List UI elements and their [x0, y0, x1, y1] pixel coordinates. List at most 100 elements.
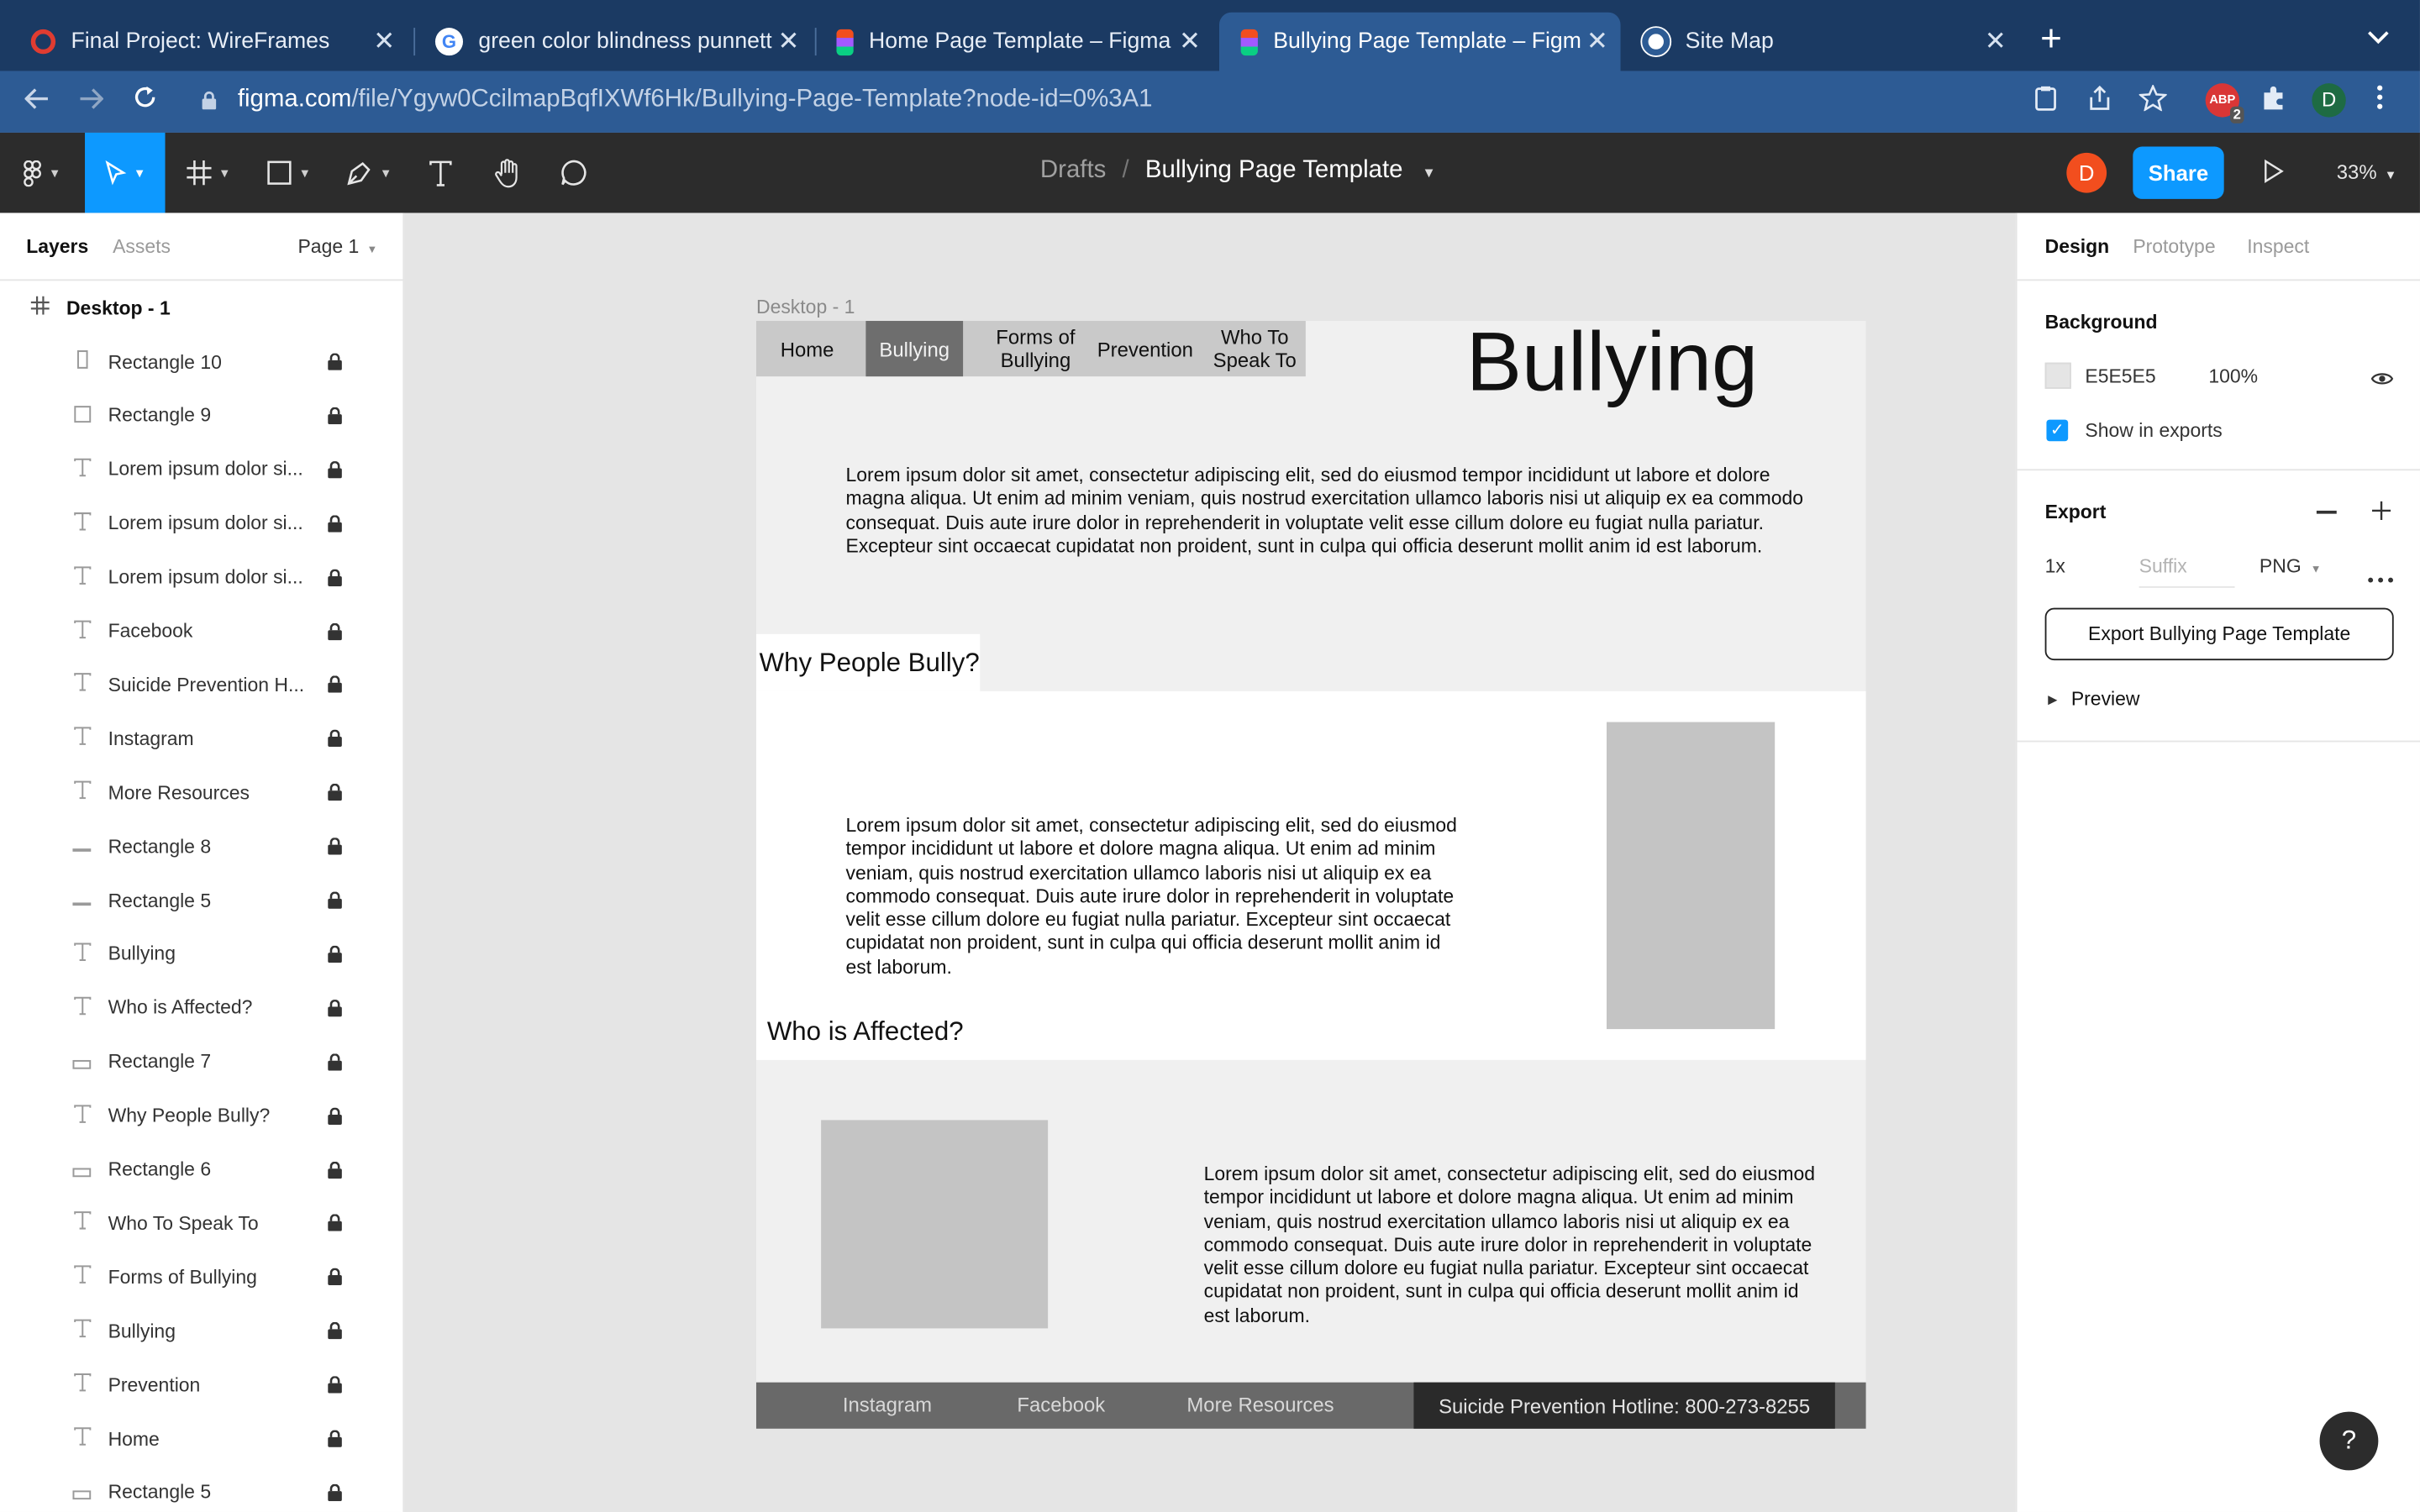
main-menu-figma-icon[interactable]: ▼ [9, 133, 74, 213]
layer-row[interactable]: Home [0, 1412, 402, 1466]
frame-label[interactable]: Desktop - 1 [756, 297, 855, 318]
close-tab-icon[interactable]: ✕ [367, 26, 401, 57]
background-opacity-input[interactable]: 100% [2208, 365, 2258, 387]
lock-icon[interactable] [327, 514, 342, 533]
share-button[interactable]: Share [2133, 146, 2224, 199]
lock-icon[interactable] [327, 1430, 342, 1447]
footer-link-more-resources[interactable]: More Resources [1186, 1394, 1334, 1417]
lock-icon[interactable] [327, 891, 342, 909]
nav-home[interactable]: Home [756, 321, 858, 376]
nav-who-to-speak-to[interactable]: Who To Speak To [1204, 321, 1306, 376]
browser-menu-icon[interactable] [2377, 85, 2383, 118]
tab-design[interactable]: Design [2045, 236, 2110, 258]
layer-row[interactable]: Rectangle 9 [0, 389, 402, 443]
close-tab-icon[interactable]: ✕ [1173, 26, 1207, 57]
browser-tab-site-map[interactable]: Site Map ✕ [1621, 13, 2019, 71]
lock-icon[interactable] [327, 784, 342, 801]
minus-icon[interactable] [2316, 510, 2337, 513]
background-hex-input[interactable]: E5E5E5 [2085, 365, 2155, 387]
layer-row[interactable]: Who To Speak To [0, 1196, 402, 1250]
tab-search-chevron-icon[interactable] [2367, 24, 2389, 49]
reload-icon[interactable] [133, 85, 157, 118]
layer-row[interactable]: Rectangle 8 [0, 819, 402, 873]
layer-row[interactable]: Rectangle 5 [0, 1466, 402, 1512]
preview-toggle[interactable]: Preview [2071, 688, 2140, 710]
layer-row[interactable]: Bullying [0, 927, 402, 981]
lock-icon[interactable] [327, 837, 342, 855]
text-tool-icon[interactable] [417, 133, 463, 213]
extensions-puzzle-icon[interactable] [2261, 85, 2287, 118]
lock-icon[interactable] [327, 1376, 342, 1394]
lock-icon[interactable] [327, 407, 342, 424]
layer-row[interactable]: Suicide Prevention H... [0, 658, 402, 711]
lock-icon[interactable] [327, 1268, 342, 1286]
image-placeholder-right[interactable] [1607, 722, 1776, 1030]
breadcrumb-drafts[interactable]: Drafts [1040, 157, 1106, 183]
pen-tool[interactable]: ▼ [334, 133, 404, 213]
desktop-frame[interactable]: Home Bullying Forms of Bullying Preventi… [755, 317, 1866, 1429]
nav-bullying[interactable]: Bullying [865, 321, 964, 377]
layer-row[interactable]: Instagram [0, 711, 402, 765]
lock-icon[interactable] [327, 1160, 342, 1179]
close-tab-icon[interactable]: ✕ [1581, 26, 1614, 57]
footer-link-facebook[interactable]: Facebook [1017, 1394, 1105, 1417]
export-format-select[interactable]: PNG ▼ [2260, 555, 2322, 577]
help-button[interactable]: ? [2319, 1411, 2379, 1471]
background-color-swatch[interactable] [2044, 362, 2071, 389]
layer-row[interactable]: Who is Affected? [0, 981, 402, 1035]
image-placeholder-left[interactable] [821, 1120, 1049, 1329]
layer-row[interactable]: Lorem ipsum dolor si... [0, 550, 402, 604]
layer-row[interactable]: Lorem ipsum dolor si... [0, 443, 402, 496]
user-avatar[interactable]: D [2066, 152, 2107, 193]
move-tool[interactable]: ▼ [85, 132, 166, 213]
close-tab-icon[interactable]: ✕ [771, 26, 805, 57]
layer-row[interactable]: Rectangle 10 [0, 335, 402, 389]
layer-row[interactable]: Lorem ipsum dolor si... [0, 496, 402, 550]
browser-tab-wireframes[interactable]: Final Project: WireFrames ✕ [9, 13, 408, 71]
footer-link-instagram[interactable]: Instagram [843, 1394, 932, 1417]
profile-avatar[interactable]: D [2312, 83, 2346, 118]
lock-icon[interactable] [327, 1214, 342, 1232]
clipboard-icon[interactable] [2034, 85, 2058, 118]
show-in-exports-checkbox[interactable]: ✓ [2046, 419, 2069, 442]
tab-prototype[interactable]: Prototype [2133, 236, 2215, 258]
browser-tab-bullying-template[interactable]: Bullying Page Template – Figma ✕ [1218, 12, 1621, 71]
layer-row[interactable]: More Resources [0, 765, 402, 819]
design-canvas[interactable]: Desktop - 1 Home Bullying Forms of Bully… [404, 213, 2016, 1512]
nav-forms-of-bullying[interactable]: Forms of Bullying [981, 321, 1090, 376]
new-tab-plus-icon[interactable]: + [2040, 21, 2062, 59]
bookmark-star-icon[interactable] [2138, 83, 2169, 118]
lock-icon[interactable] [327, 353, 342, 370]
browser-tab-home-template[interactable]: Home Page Template – Figma ✕ [815, 13, 1213, 71]
export-scale-select[interactable]: 1x [2045, 555, 2065, 577]
lock-icon[interactable] [327, 460, 342, 479]
lock-icon[interactable] [327, 675, 342, 694]
lock-icon[interactable] [201, 90, 218, 110]
lock-icon[interactable] [327, 999, 342, 1017]
zoom-menu[interactable]: 33% ▼ [2337, 160, 2397, 184]
layer-row[interactable]: Facebook [0, 604, 402, 658]
lock-icon[interactable] [327, 1322, 342, 1340]
plus-icon[interactable] [2370, 500, 2392, 529]
hand-tool-icon[interactable] [485, 133, 531, 213]
layer-row[interactable]: Rectangle 5 [0, 874, 402, 927]
file-menu-chevron-icon[interactable]: ▼ [1422, 165, 1435, 181]
layer-frame-desktop[interactable]: Desktop - 1 [0, 281, 402, 334]
lock-icon[interactable] [327, 622, 342, 640]
file-name[interactable]: Bullying Page Template [1145, 157, 1403, 183]
lock-icon[interactable] [327, 1053, 342, 1071]
nav-prevention[interactable]: Prevention [1090, 321, 1201, 376]
more-options-icon[interactable] [2367, 563, 2393, 591]
layer-row[interactable]: Bullying [0, 1304, 402, 1357]
browser-tab-google[interactable]: G green color blindness punnett s ✕ [413, 13, 812, 71]
eye-visibility-icon[interactable] [2370, 367, 2394, 395]
layer-row[interactable]: Forms of Bullying [0, 1250, 402, 1304]
lock-icon[interactable] [327, 730, 342, 748]
lock-icon[interactable] [327, 568, 342, 586]
lock-icon[interactable] [327, 1483, 342, 1501]
lock-icon[interactable] [327, 1106, 342, 1125]
page-selector[interactable]: Page 1 ▼ [297, 236, 377, 258]
present-play-icon[interactable] [2263, 159, 2285, 183]
export-suffix-input[interactable]: Suffix [2139, 555, 2235, 588]
comment-tool-icon[interactable] [551, 133, 597, 213]
